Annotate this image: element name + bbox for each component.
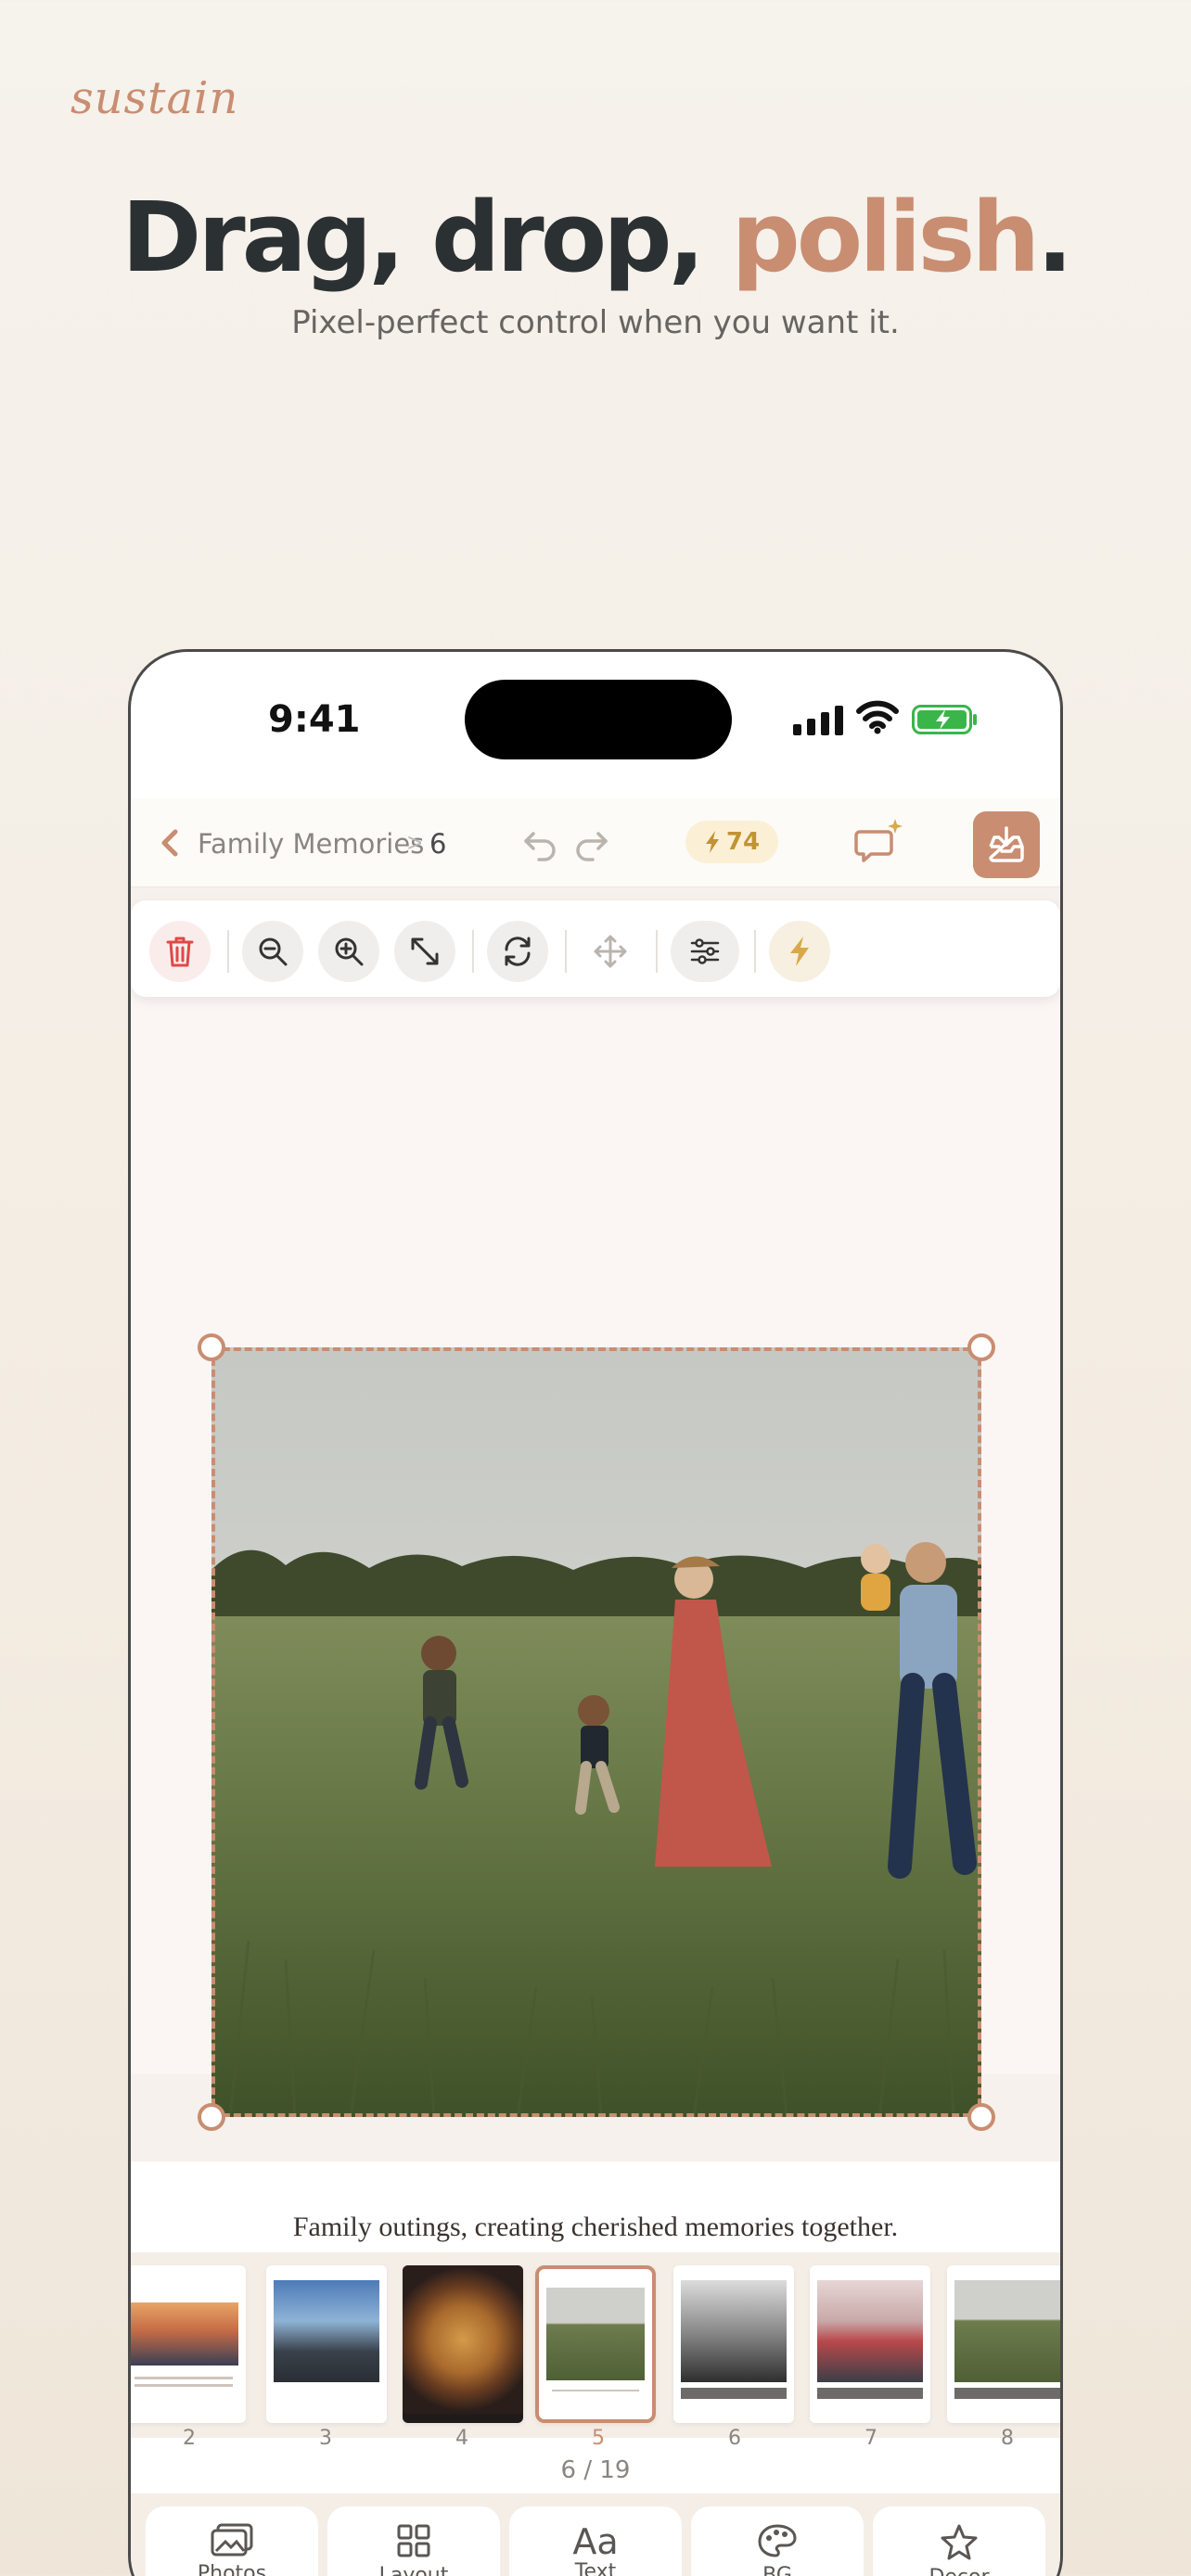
- move-icon: [594, 935, 627, 968]
- headline-end: .: [1036, 181, 1072, 294]
- fit-button[interactable]: [394, 921, 455, 982]
- thumb-label: 4: [455, 2427, 468, 2450]
- edit-toolbar: [131, 900, 1060, 997]
- expand-icon: [411, 937, 439, 965]
- move-button[interactable]: [580, 921, 641, 982]
- thumb-label: 2: [183, 2427, 196, 2450]
- resize-handle-top-right[interactable]: [967, 1333, 995, 1361]
- replace-button[interactable]: [487, 921, 548, 982]
- page-thumb-7[interactable]: [810, 2265, 930, 2423]
- selected-photo[interactable]: [198, 1333, 995, 2131]
- bottom-tab-bar: Photos Layout Aa Text BG: [131, 2493, 1060, 2576]
- chat-sparkle-icon[interactable]: [852, 817, 904, 869]
- tab-layout[interactable]: Layout: [327, 2506, 500, 2576]
- tab-label: Layout: [378, 2564, 449, 2576]
- redo-icon[interactable]: [570, 823, 611, 863]
- delete-button[interactable]: [149, 921, 211, 982]
- page-caption[interactable]: Family outings, creating cherished memor…: [131, 2212, 1060, 2243]
- tab-label: Photos: [197, 2562, 267, 2576]
- tab-label: Text: [574, 2560, 617, 2576]
- tab-text[interactable]: Aa Text: [509, 2506, 682, 2576]
- selection-outline: [211, 1347, 981, 2117]
- tab-label: Decor: [928, 2566, 989, 2576]
- boost-icon: [790, 937, 809, 966]
- palette-icon: [758, 2524, 797, 2557]
- battery-icon: [912, 705, 977, 734]
- page-thumb-2[interactable]: [131, 2265, 246, 2423]
- tab-photos[interactable]: Photos: [146, 2506, 318, 2576]
- page-thumb-8[interactable]: [947, 2265, 1060, 2423]
- zoom-out-button[interactable]: [242, 921, 303, 982]
- thumb-label: 7: [864, 2427, 877, 2450]
- boost-button[interactable]: [769, 921, 830, 982]
- rotate-icon: [505, 937, 531, 966]
- credits-badge[interactable]: 74: [685, 821, 778, 863]
- photos-icon: [211, 2523, 253, 2557]
- nav-bar: Family Memories > 6 74: [131, 798, 1060, 887]
- tab-decor[interactable]: Decor: [873, 2506, 1045, 2576]
- subheadline: Pixel-perfect control when you want it.: [291, 304, 900, 341]
- zoom-in-icon: [335, 937, 364, 966]
- breadcrumb-separator: >: [407, 828, 423, 857]
- page-thumb-4[interactable]: [403, 2265, 523, 2423]
- text-icon: Aa: [572, 2521, 619, 2562]
- resize-handle-bottom-right[interactable]: [967, 2103, 995, 2131]
- download-tray-icon: [989, 826, 1024, 862]
- resize-handle-bottom-left[interactable]: [198, 2103, 225, 2131]
- thumb-label: 3: [319, 2427, 332, 2450]
- credits-count: 74: [725, 828, 761, 856]
- thumb-label: 8: [1001, 2427, 1014, 2450]
- zoom-out-icon: [259, 937, 288, 966]
- adjust-icon: [690, 938, 720, 964]
- zoom-in-button[interactable]: [318, 921, 379, 982]
- export-button[interactable]: [973, 811, 1040, 878]
- breadcrumb-project[interactable]: Family Memories: [198, 828, 424, 860]
- headline-accent: polish: [731, 181, 1040, 294]
- trash-icon: [166, 937, 194, 967]
- bolt-icon: [705, 831, 719, 853]
- star-icon: [941, 2524, 978, 2560]
- tab-bg[interactable]: BG: [691, 2506, 864, 2576]
- tab-label: BG: [762, 2564, 792, 2576]
- page-indicator: 6 / 19: [560, 2456, 631, 2484]
- adjust-button[interactable]: [671, 921, 739, 982]
- page-filmstrip: [131, 2252, 1060, 2438]
- status-time: 9:41: [268, 698, 361, 741]
- resize-handle-top-left[interactable]: [198, 1333, 225, 1361]
- editor-canvas: Family outings, creating cherished memor…: [131, 887, 1060, 2242]
- dynamic-island: [465, 680, 732, 759]
- headline-part1: Drag, drop,: [122, 181, 732, 294]
- grid-icon: [397, 2524, 430, 2557]
- page-thumb-6[interactable]: [673, 2265, 794, 2423]
- signal-icon: [793, 704, 843, 735]
- thumb-label-active: 5: [592, 2427, 605, 2450]
- undo-icon[interactable]: [520, 823, 561, 863]
- headline: Drag, drop, polish.: [0, 182, 1191, 293]
- page-thumb-3[interactable]: [266, 2265, 387, 2423]
- wifi-icon: [856, 700, 899, 734]
- breadcrumb-page: 6: [429, 828, 447, 860]
- page-thumb-5[interactable]: [535, 2265, 656, 2423]
- brand-logo: sustain: [70, 72, 239, 124]
- phone-frame: 9:41 Family Memories > 6 74 Family outin…: [128, 649, 1063, 2576]
- back-chevron-icon[interactable]: [151, 823, 188, 863]
- thumb-label: 6: [728, 2427, 741, 2450]
